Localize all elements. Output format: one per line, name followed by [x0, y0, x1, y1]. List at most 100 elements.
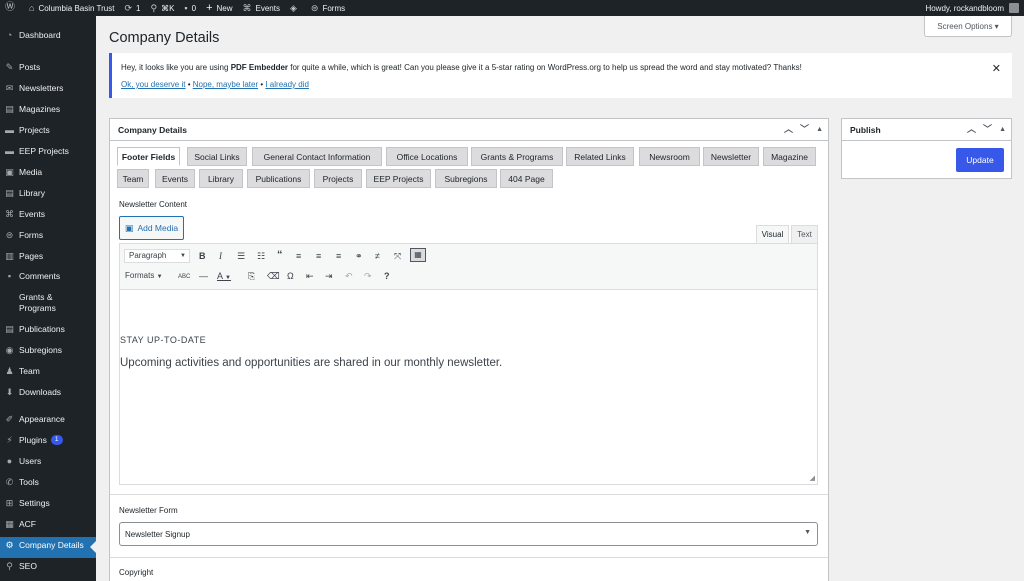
resize-handle-icon[interactable]: ◢ — [810, 474, 815, 482]
tab-events[interactable]: Events — [155, 169, 195, 188]
strikethrough-icon[interactable]: ABC — [178, 271, 190, 283]
move-up-icon[interactable]: ︿ — [784, 124, 793, 135]
sidebar-item-posts[interactable]: ✎ Posts — [0, 62, 96, 79]
unlink-icon[interactable]: ≠ — [375, 250, 380, 262]
editor-tab-text[interactable]: Text — [791, 225, 818, 243]
tab-projects[interactable]: Projects — [314, 169, 362, 188]
align-center-icon[interactable]: ≡ — [316, 250, 321, 262]
numbered-list-icon[interactable]: ☷ — [257, 250, 265, 262]
sidebar-item-publications[interactable]: ▤ Publications — [0, 324, 96, 341]
tab-social-links[interactable]: Social Links — [187, 147, 247, 166]
sidebar-item-label: Posts — [19, 62, 41, 72]
sidebar-item-downloads[interactable]: ⬇ Downloads — [0, 387, 96, 404]
updates-link[interactable]: ⟳ 1 — [119, 0, 145, 16]
redo-icon[interactable]: ↷ — [364, 270, 372, 282]
sidebar-item-eep-projects[interactable]: ▬ EEP Projects — [0, 146, 96, 163]
comments-link[interactable]: ▪ 0 — [179, 0, 201, 16]
tab-newsletter[interactable]: Newsletter — [703, 147, 759, 166]
sidebar-item-appearance[interactable]: ✐ Appearance — [0, 414, 96, 431]
align-left-icon[interactable]: ≡ — [296, 250, 301, 262]
help-icon[interactable]: ? — [384, 270, 390, 282]
sidebar-item-plugins[interactable]: ⚡ Plugins 1 — [0, 435, 96, 452]
forms-link[interactable]: ⊜ Forms — [306, 0, 350, 16]
tab-subregions[interactable]: Subregions — [435, 169, 497, 188]
bullet-list-icon[interactable]: ☰ — [237, 250, 245, 262]
notice-link-later[interactable]: Nope, maybe later — [193, 80, 258, 89]
site-name-link[interactable]: ⌂ Columbia Basin Trust — [24, 0, 119, 16]
tab-related-links[interactable]: Related Links — [566, 147, 634, 166]
sidebar-item-events[interactable]: ⌘ Events — [0, 209, 96, 226]
screen-options-button[interactable]: Screen Options ▾ — [924, 16, 1012, 37]
page-title: Company Details — [109, 30, 220, 46]
notice-link-yes[interactable]: Ok, you deserve it — [121, 80, 185, 89]
tab-404-page[interactable]: 404 Page — [500, 169, 553, 188]
sidebar-item-pages[interactable]: ▥ Pages — [0, 251, 96, 268]
sidebar-item-comments[interactable]: ▪ Comments — [0, 271, 96, 288]
command-palette-link[interactable]: ⚲ ⌘K — [145, 0, 179, 16]
toggle-panel-icon[interactable]: ▲ — [816, 124, 823, 135]
sidebar-item-library[interactable]: ▤ Library — [0, 188, 96, 205]
fullscreen-icon[interactable]: ⤧ — [394, 250, 401, 262]
clear-formatting-icon[interactable]: ⌫ — [267, 270, 280, 282]
diamond-link[interactable]: ◈ — [285, 0, 306, 16]
link-icon[interactable]: ⚭ — [355, 250, 363, 262]
newsletter-form-select[interactable]: Newsletter Signup ▼ — [119, 522, 818, 546]
sidebar-item-newsletters[interactable]: ✉ Newsletters — [0, 83, 96, 100]
newsletter-content-editor[interactable]: STAY UP-TO-DATE Upcoming activities and … — [119, 290, 818, 485]
sidebar-item-users[interactable]: ● Users — [0, 456, 96, 473]
toggle-panel-icon[interactable]: ▲ — [999, 124, 1006, 135]
sidebar-item-media[interactable]: ▣ Media — [0, 167, 96, 184]
team-icon: ♟ — [5, 366, 14, 376]
sidebar-item-seo[interactable]: ⚲ SEO — [0, 561, 96, 578]
move-up-icon[interactable]: ︿ — [967, 124, 976, 135]
move-down-icon[interactable]: ﹀ — [983, 124, 992, 135]
sidebar-item-company-details[interactable]: ⚙ Company Details — [0, 537, 96, 558]
tab-library[interactable]: Library — [199, 169, 243, 188]
italic-icon[interactable]: I — [219, 250, 222, 262]
tab-magazine[interactable]: Magazine — [763, 147, 816, 166]
tab-office-locations[interactable]: Office Locations — [386, 147, 468, 166]
tab-publications[interactable]: Publications — [247, 169, 310, 188]
tab-eep-projects[interactable]: EEP Projects — [366, 169, 431, 188]
sidebar-item-subregions[interactable]: ◉ Subregions — [0, 345, 96, 362]
tab-team[interactable]: Team — [117, 169, 149, 188]
sidebar-item-projects[interactable]: ▬ Projects — [0, 125, 96, 142]
indent-icon[interactable]: ⇥ — [325, 270, 333, 282]
my-account-link[interactable]: Howdy, rockandbloom — [920, 0, 1024, 16]
formats-menu[interactable]: Formats ▼ — [125, 270, 163, 283]
events-link[interactable]: ⌘ Events — [238, 0, 285, 16]
sidebar-item-magazines[interactable]: ▤ Magazines — [0, 104, 96, 121]
tab-newsroom[interactable]: Newsroom — [639, 147, 700, 166]
sidebar-item-grants-programs[interactable]: Grants & Programs — [0, 292, 96, 316]
sidebar-item-team[interactable]: ♟ Team — [0, 366, 96, 383]
sidebar-item-acf[interactable]: ▦ ACF — [0, 519, 96, 536]
sidebar-item-label: Plugins — [19, 435, 47, 445]
align-right-icon[interactable]: ≡ — [336, 250, 341, 262]
sidebar-item-forms[interactable]: ⊜ Forms — [0, 230, 96, 247]
blockquote-icon[interactable]: “ — [277, 249, 283, 261]
home-icon: ⌂ — [29, 2, 35, 13]
update-button[interactable]: Update — [956, 148, 1004, 172]
bold-icon[interactable]: B — [199, 250, 206, 262]
wordpress-logo-icon[interactable]: Ⓦ — [0, 0, 24, 16]
tab-grants-programs[interactable]: Grants & Programs — [471, 147, 563, 166]
editor-tab-visual[interactable]: Visual — [756, 225, 789, 243]
text-color-icon[interactable]: A ▼ — [217, 270, 231, 284]
new-content-link[interactable]: + New — [201, 0, 237, 16]
notice-link-done[interactable]: I already did — [265, 80, 309, 89]
add-media-button[interactable]: ▣ Add Media — [119, 216, 184, 240]
paragraph-format-select[interactable]: Paragraph ▼ — [124, 249, 190, 263]
horizontal-line-icon[interactable]: — — [199, 270, 208, 282]
special-character-icon[interactable]: Ω — [287, 270, 294, 282]
move-down-icon[interactable]: ﹀ — [800, 124, 809, 135]
undo-icon[interactable]: ↶ — [345, 270, 353, 282]
close-icon[interactable]: ✕ — [992, 62, 1001, 75]
outdent-icon[interactable]: ⇤ — [306, 270, 314, 282]
tab-general-contact-information[interactable]: General Contact Information — [252, 147, 382, 166]
tab-footer-fields[interactable]: Footer Fields — [117, 147, 180, 166]
sidebar-item-dashboard[interactable]: ◔ Dashboard — [0, 30, 96, 47]
sidebar-item-settings[interactable]: ⊞ Settings — [0, 498, 96, 515]
sidebar-item-tools[interactable]: ✆ Tools — [0, 477, 96, 494]
paste-text-icon[interactable]: ⎘ — [248, 270, 255, 282]
toolbar-toggle-icon[interactable]: ▦ — [410, 248, 426, 262]
